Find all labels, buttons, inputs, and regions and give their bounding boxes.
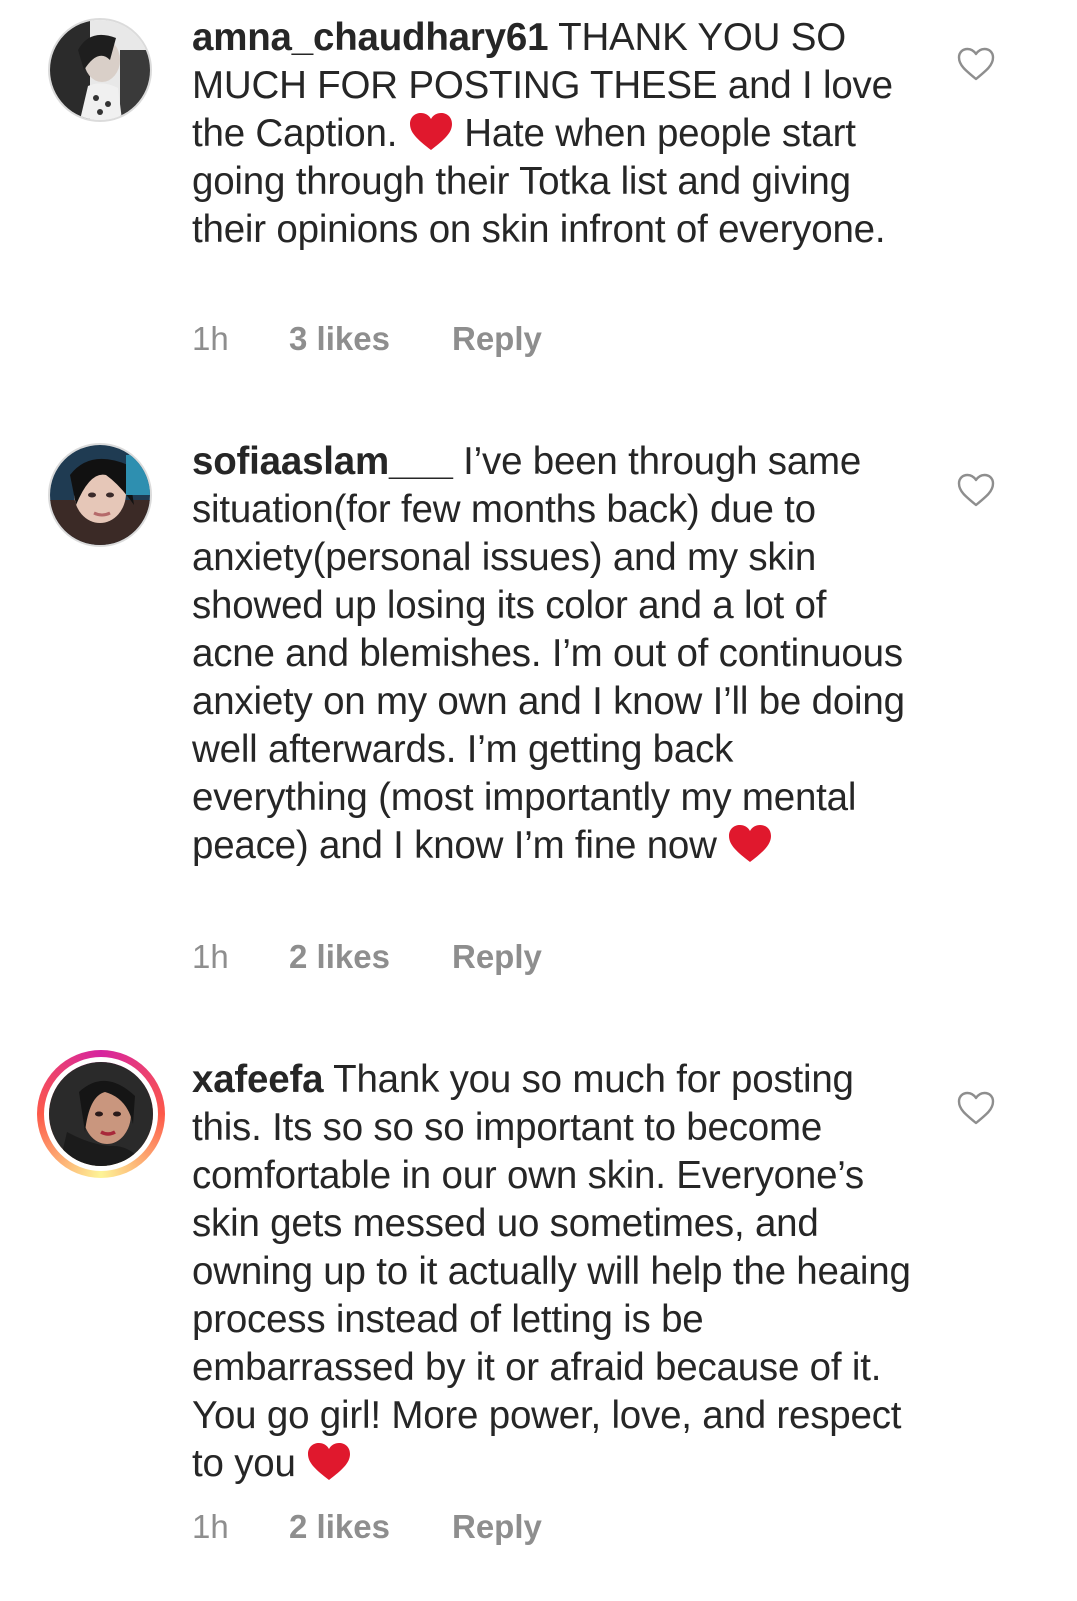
avatar[interactable] bbox=[48, 443, 152, 547]
comment-likes[interactable]: 3 likes bbox=[289, 320, 452, 358]
comment-username[interactable]: sofiaaslam___ bbox=[192, 440, 453, 483]
comment-body: Thank you so much for posting this. Its … bbox=[192, 1058, 911, 1485]
comment-username[interactable]: amna_chaudhary61 bbox=[192, 16, 549, 59]
comment-meta: 1h 2 likes Reply bbox=[192, 1508, 542, 1546]
avatar-photo bbox=[49, 1062, 153, 1166]
heart-outline-icon[interactable] bbox=[956, 1090, 996, 1126]
heart-outline-icon[interactable] bbox=[956, 472, 996, 508]
avatar-photo bbox=[50, 445, 150, 545]
comment-text: xafeefa Thank you so much for posting th… bbox=[192, 1056, 912, 1488]
comment-body: I’ve been through same situation(for few… bbox=[192, 440, 905, 867]
comment-list: amna_chaudhary61 THANK YOU SO MUCH FOR P… bbox=[0, 0, 1077, 1601]
avatar-with-story-ring[interactable] bbox=[37, 1050, 165, 1178]
comment-time: 1h bbox=[192, 320, 229, 357]
comment-username[interactable]: xafeefa bbox=[192, 1058, 324, 1101]
reply-button[interactable]: Reply bbox=[452, 938, 542, 976]
comment-likes[interactable]: 2 likes bbox=[289, 938, 452, 976]
comment-time: 1h bbox=[192, 1508, 229, 1545]
avatar-photo bbox=[50, 20, 150, 120]
comment-text: sofiaaslam___ I’ve been through same sit… bbox=[192, 438, 912, 870]
comment-time: 1h bbox=[192, 938, 229, 975]
red-heart-emoji-icon bbox=[729, 825, 772, 862]
comment-likes[interactable]: 2 likes bbox=[289, 1508, 452, 1546]
red-heart-emoji-icon bbox=[409, 113, 452, 150]
avatar[interactable] bbox=[48, 18, 152, 122]
reply-button[interactable]: Reply bbox=[452, 320, 542, 358]
reply-button[interactable]: Reply bbox=[452, 1508, 542, 1546]
comment-meta: 1h 3 likes Reply bbox=[192, 320, 542, 358]
heart-outline-icon[interactable] bbox=[956, 46, 996, 82]
comment-meta: 1h 2 likes Reply bbox=[192, 938, 542, 976]
comment-text: amna_chaudhary61 THANK YOU SO MUCH FOR P… bbox=[192, 14, 912, 254]
red-heart-emoji-icon bbox=[308, 1443, 351, 1480]
